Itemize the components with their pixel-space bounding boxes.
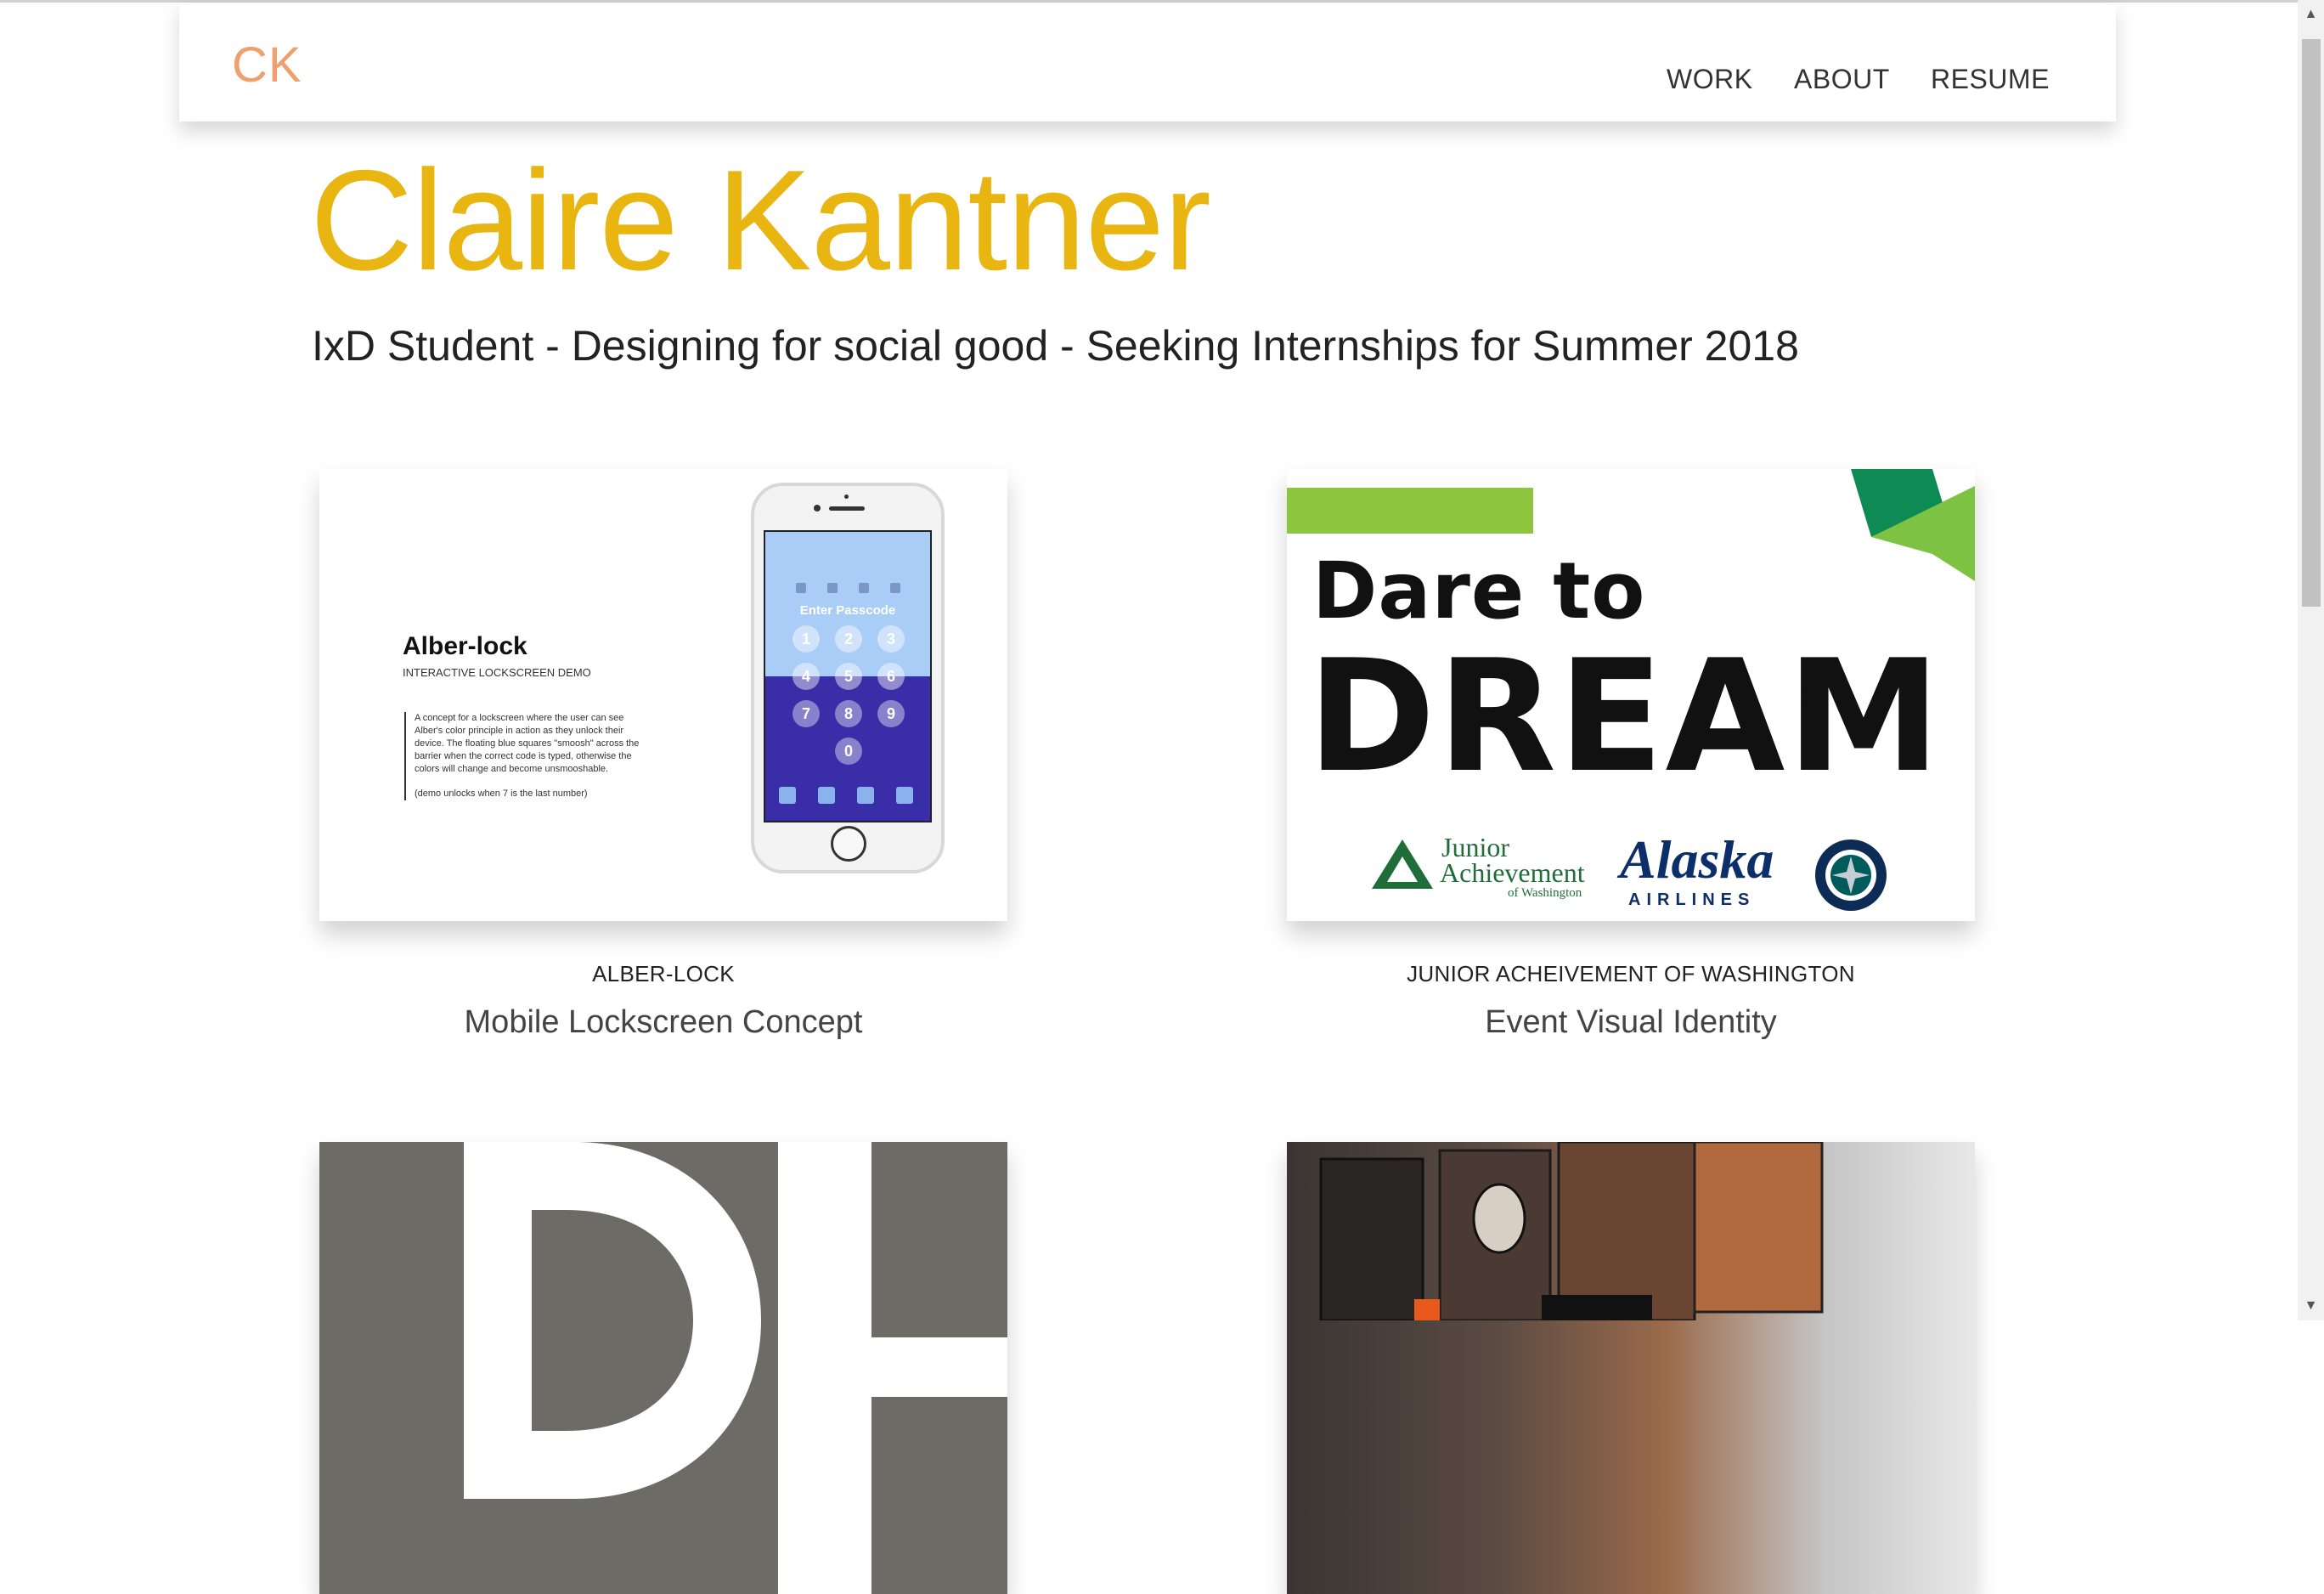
junior-achievement-logo: Junior Achievement of Washington — [1440, 834, 1585, 901]
ja-logo-line2: Achievement — [1440, 857, 1585, 888]
junior-achievement-logo-icon — [1372, 839, 1433, 889]
phone-camera — [814, 505, 821, 512]
df-letter-f — [778, 1142, 1007, 1594]
phone-speaker — [829, 506, 865, 511]
alber-lock-thumb-body: A concept for a lockscreen where the use… — [404, 712, 640, 800]
keypad-key: 1 — [793, 625, 820, 653]
scroll-up-arrow-icon[interactable]: ▲ — [2298, 2, 2324, 27]
phone-screen: Enter Passcode 1 2 3 4 5 6 7 8 9 0 — [764, 530, 932, 822]
phone-mockup: Enter Passcode 1 2 3 4 5 6 7 8 9 0 — [751, 483, 945, 873]
floating-square — [818, 787, 835, 804]
keypad-key: 9 — [877, 700, 905, 727]
lab-letters-top — [1542, 1295, 1652, 1320]
alber-lock-thumb-title: Alber-lock — [403, 632, 527, 660]
keypad-key: 2 — [835, 625, 862, 653]
keypad-key: 8 — [835, 700, 862, 727]
lab-accent — [1414, 1299, 1440, 1320]
dream-headline-line2: DREAM — [1307, 626, 1943, 806]
corner-shapes — [1851, 469, 1975, 581]
project-card-lab[interactable] — [1287, 1142, 1975, 1594]
passcode-dot — [827, 583, 838, 593]
lab-building-1 — [1319, 1157, 1424, 1320]
ja-logo-line1: Junior — [1441, 832, 1509, 862]
lab-owl — [1472, 1183, 1526, 1254]
keypad-key: 0 — [835, 738, 862, 765]
keypad-key: 4 — [793, 663, 820, 690]
site-logo[interactable]: CK — [232, 37, 302, 93]
scrollbar-thumb[interactable] — [2302, 39, 2321, 607]
df-thumb-letters — [464, 1142, 1007, 1594]
keypad-key: 5 — [835, 663, 862, 690]
keypad-key: 6 — [877, 663, 905, 690]
passcode-dot — [796, 583, 806, 593]
lab-thumb-illustration — [1319, 1142, 1824, 1320]
project-card-alber-lock[interactable]: Alber-lock INTERACTIVE LOCKSCREEN DEMO A… — [319, 469, 1007, 921]
phone-home-button — [831, 826, 866, 862]
project-desc-alber-lock: Mobile Lockscreen Concept — [464, 1004, 863, 1040]
passcode-dot — [890, 583, 900, 593]
nav-link-resume[interactable]: RESUME — [1931, 64, 2050, 95]
ja-logo-small: of Washington — [1508, 886, 1582, 900]
lab-building-3 — [1557, 1142, 1696, 1320]
project-label-junior-achievement[interactable]: JUNIOR ACHEIVEMENT OF WASHINGTON — [1287, 961, 1975, 987]
df-letter-d — [464, 1142, 761, 1499]
nav-link-work[interactable]: WORK — [1667, 64, 1753, 95]
scroll-down-arrow-icon[interactable]: ▼ — [2298, 1293, 2324, 1319]
alber-lock-thumb-subtitle: INTERACTIVE LOCKSCREEN DEMO — [403, 666, 591, 679]
alaska-airlines-sub: AIRLINES — [1628, 890, 1756, 909]
page-scrollbar[interactable]: ▲ ▼ — [2298, 0, 2324, 1320]
alber-lock-thumb-desc: A concept for a lockscreen where the use… — [415, 713, 640, 774]
keypad-key: 3 — [877, 625, 905, 653]
keypad-key: 7 — [793, 700, 820, 727]
mariners-logo-icon — [1815, 839, 1887, 911]
project-card-junior-achievement[interactable]: Dare to DREAM Junior Achievement of Wash… — [1287, 469, 1975, 921]
hero-tagline: IxD Student - Designing for social good … — [312, 322, 1799, 370]
project-desc-junior-achievement: Event Visual Identity — [1485, 1004, 1777, 1040]
floating-square — [779, 787, 796, 804]
lab-building-4 — [1693, 1142, 1824, 1314]
hero-name: Claire Kantner — [310, 140, 1211, 300]
alaska-airlines-logo: Alaska — [1620, 829, 1774, 890]
passcode-label: Enter Passcode — [799, 603, 896, 618]
project-card-df[interactable] — [319, 1142, 1007, 1594]
phone-sensor — [844, 495, 849, 499]
project-label-alber-lock[interactable]: ALBER-LOCK — [319, 961, 1007, 987]
floating-square — [857, 787, 874, 804]
green-banner-shape — [1287, 488, 1533, 534]
site-header: CK WORK ABOUT RESUME — [179, 3, 2116, 122]
nav-link-about[interactable]: ABOUT — [1794, 64, 1890, 95]
passcode-dot — [859, 583, 869, 593]
floating-square — [896, 787, 913, 804]
alber-lock-thumb-note: (demo unlocks when 7 is the last number) — [415, 789, 588, 799]
dream-headline-line1: Dare to — [1312, 545, 1646, 636]
